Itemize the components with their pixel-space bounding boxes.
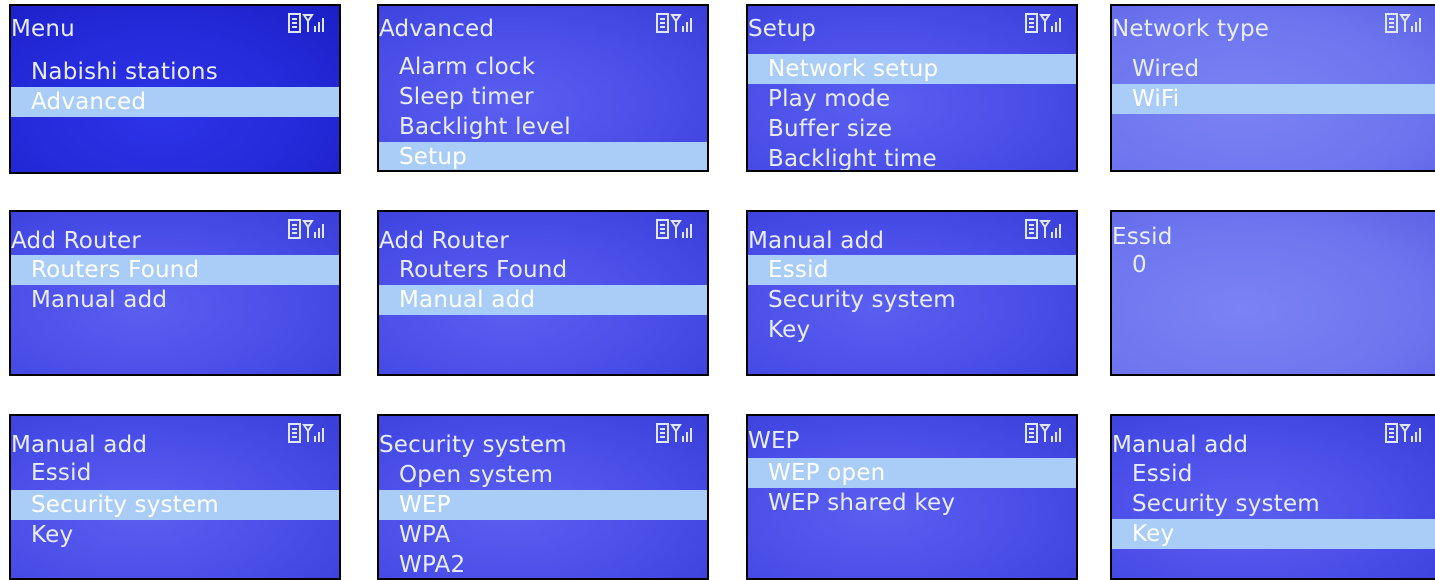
essid-value[interactable]: 0: [1112, 250, 1435, 280]
screen-title: Advanced: [379, 16, 495, 42]
battery-signal-icon: [1025, 13, 1061, 33]
lcd-screen-add-router-1: Add Router Routers Found Manual add: [9, 210, 341, 376]
menu-item[interactable]: Nabishi stations: [11, 57, 339, 87]
screen-title: Manual add: [1112, 432, 1249, 458]
lcd-screen-add-router-2: Add Router Routers Found Manual add: [377, 210, 709, 376]
menu-item[interactable]: Routers Found: [379, 255, 707, 285]
menu-item-selected[interactable]: WEP: [379, 490, 707, 520]
status-bar: [1024, 218, 1070, 240]
menu-item[interactable]: Key: [748, 315, 1076, 345]
menu-item-selected[interactable]: Network setup: [748, 54, 1076, 84]
status-bar: [287, 218, 333, 240]
menu-item-selected[interactable]: WEP open: [748, 458, 1076, 488]
battery-signal-icon: [1385, 13, 1421, 33]
lcd-screen-menu: Menu Nabishi stations Advanced: [9, 4, 341, 174]
lcd-screen-network-type: Network type Wired WiFi: [1110, 4, 1435, 172]
menu-item-selected[interactable]: Manual add: [379, 285, 707, 315]
battery-signal-icon: [288, 219, 324, 239]
screen-title: WEP: [748, 428, 800, 454]
status-bar: [1384, 422, 1430, 444]
battery-signal-icon: [656, 13, 692, 33]
screen-title: Add Router: [11, 228, 142, 254]
menu-item-selected[interactable]: WiFi: [1112, 84, 1435, 114]
battery-signal-icon: [288, 13, 324, 33]
menu-item[interactable]: Essid: [11, 458, 339, 488]
menu-item[interactable]: Security system: [1112, 489, 1435, 519]
lcd-screen-manual-add-2: Manual add Essid Security system Key: [9, 414, 341, 580]
menu-item[interactable]: Security system: [748, 285, 1076, 315]
screen-title: Security system: [379, 432, 567, 458]
battery-signal-icon: [1025, 423, 1061, 443]
lcd-screen-setup: Setup Network setup Play mode Buffer siz…: [746, 4, 1078, 172]
status-bar: [1024, 422, 1070, 444]
screen-title: Network type: [1112, 16, 1270, 42]
menu-item-selected[interactable]: Essid: [748, 255, 1076, 285]
screen-title: Manual add: [748, 228, 885, 254]
lcd-screen-wep: WEP WEP open WEP shared key: [746, 414, 1078, 580]
status-bar: [655, 12, 701, 34]
menu-item[interactable]: Backlight time: [748, 144, 1076, 170]
screen-title: Add Router: [379, 228, 510, 254]
screen-title: Setup: [748, 16, 816, 42]
lcd-screen-advanced: Advanced Alarm clock Sleep timer Backlig…: [377, 4, 709, 172]
status-bar: [287, 12, 333, 34]
menu-item-selected[interactable]: Routers Found: [11, 255, 339, 285]
menu-item[interactable]: Essid: [1112, 459, 1435, 489]
battery-signal-icon: [1385, 423, 1421, 443]
menu-item-selected[interactable]: Setup: [379, 142, 707, 170]
menu-item-selected[interactable]: Advanced: [11, 87, 339, 117]
status-bar: [1024, 12, 1070, 34]
menu-item-selected[interactable]: Security system: [11, 490, 339, 520]
status-bar: [655, 218, 701, 240]
screen-title: Menu: [11, 16, 75, 42]
status-bar: [655, 422, 701, 444]
battery-signal-icon: [1025, 219, 1061, 239]
status-bar: [287, 422, 333, 444]
menu-item[interactable]: Play mode: [748, 84, 1076, 114]
menu-item[interactable]: Open system: [379, 460, 707, 490]
lcd-screen-manual-add-3: Manual add Essid Security system Key: [1110, 414, 1435, 580]
lcd-screen-essid: Essid 0: [1110, 210, 1435, 376]
menu-item[interactable]: Alarm clock: [379, 52, 707, 82]
status-bar: [1384, 12, 1430, 34]
menu-item[interactable]: Buffer size: [748, 114, 1076, 144]
menu-item[interactable]: Backlight level: [379, 112, 707, 142]
lcd-screen-security-system: Security system Open system WEP WPA WPA2: [377, 414, 709, 580]
lcd-screen-manual-add-1: Manual add Essid Security system Key: [746, 210, 1078, 376]
menu-item[interactable]: Key: [11, 520, 339, 550]
menu-item-selected[interactable]: Key: [1112, 519, 1435, 549]
screen-title: Manual add: [11, 432, 148, 458]
menu-item[interactable]: Manual add: [11, 285, 339, 315]
menu-item[interactable]: WPA: [379, 520, 707, 550]
menu-item[interactable]: Sleep timer: [379, 82, 707, 112]
menu-item[interactable]: Wired: [1112, 54, 1435, 84]
menu-item[interactable]: WEP shared key: [748, 488, 1076, 518]
battery-signal-icon: [656, 219, 692, 239]
screen-title: Essid: [1112, 224, 1173, 250]
battery-signal-icon: [656, 423, 692, 443]
battery-signal-icon: [288, 423, 324, 443]
